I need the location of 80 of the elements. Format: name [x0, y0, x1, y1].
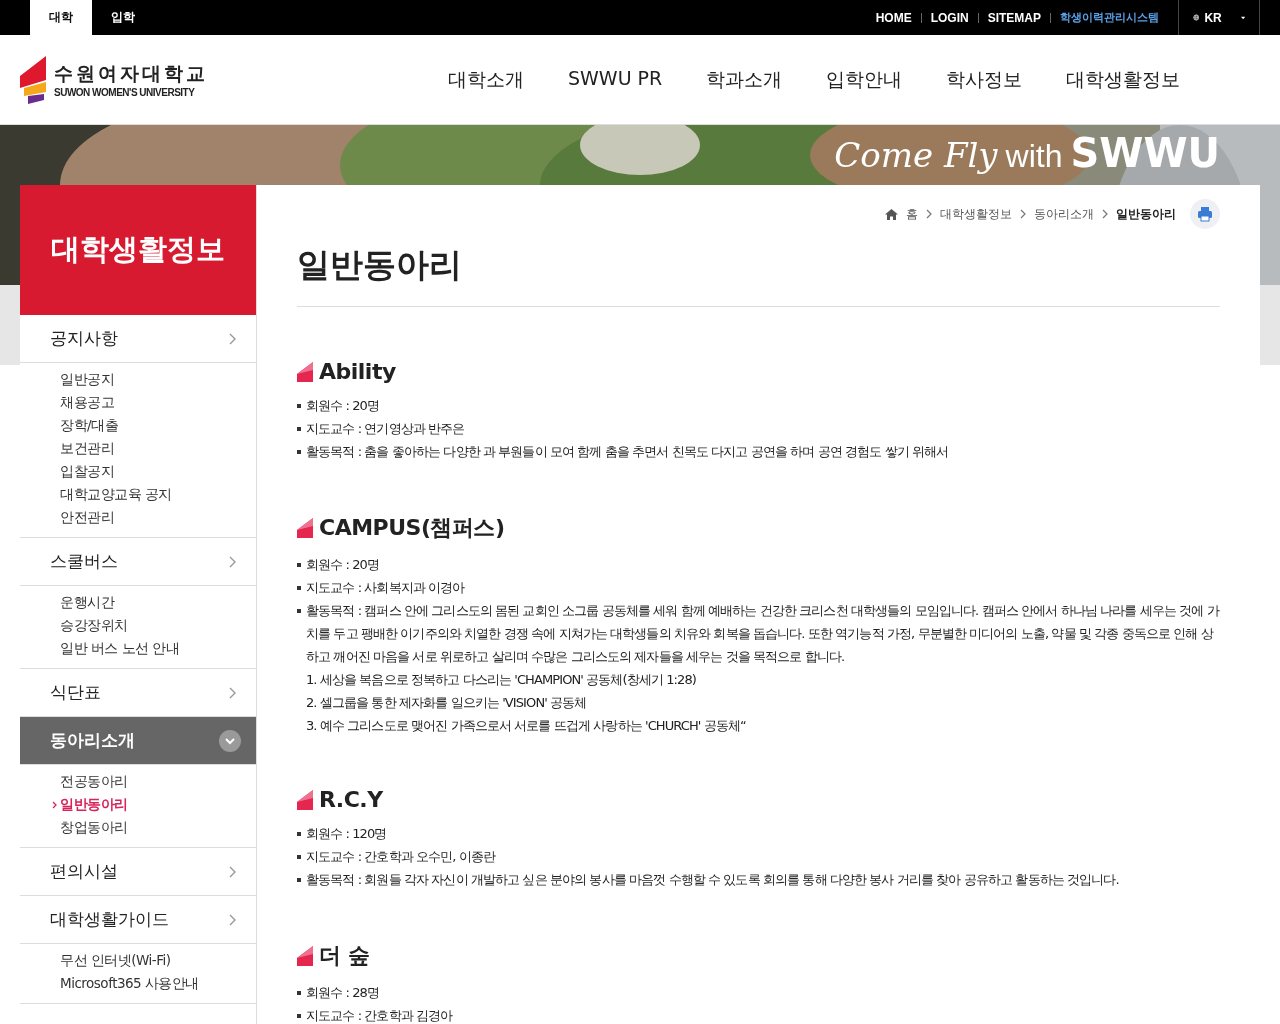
language-selector[interactable]: KR	[1178, 0, 1260, 35]
club-detail: 회원수 : 120명	[306, 825, 387, 843]
sidebar-subitem[interactable]: Microsoft365 사용안내	[60, 972, 256, 995]
chevron-right-icon	[228, 332, 236, 345]
language-label: KR	[1204, 10, 1222, 25]
numbered-goal: 3. 예수 그리스도로 맺어진 가족으로서 서로를 뜨겁게 사랑하는 'CHURCH' 공동체“	[306, 717, 747, 735]
sidebar-subitem[interactable]: 무선 인터넷(Wi-Fi)	[60, 949, 256, 972]
main-nav-item[interactable]: 입학안내	[826, 66, 903, 93]
sidebar-subitem[interactable]: 일반공지	[60, 368, 256, 391]
breadcrumb-link[interactable]: 동아리소개	[1034, 205, 1094, 223]
top-link[interactable]: SITEMAP	[978, 10, 1050, 25]
breadcrumb-link[interactable]: 일반동아리	[1116, 205, 1176, 223]
sidebar-item[interactable]: 편의시설	[20, 848, 256, 895]
club-detail: 회원수 : 20명	[306, 397, 380, 415]
site-tab[interactable]: 입학	[92, 0, 154, 35]
sidebar-item[interactable]: 대학생활가이드	[20, 896, 256, 943]
page-title: 일반동아리	[297, 243, 1220, 307]
sidebar-subitem[interactable]: 대학교양교육 공지	[60, 483, 256, 506]
club-name: R.C.Y	[319, 787, 383, 812]
sidebar-subitem[interactable]: 전공동아리	[60, 770, 256, 793]
main-nav-item[interactable]: SWWU PR	[568, 66, 663, 93]
sidebar-subitem[interactable]: 입찰공지	[60, 460, 256, 483]
section-marker-icon	[297, 518, 313, 538]
club-detail: 회원수 : 20명	[306, 556, 380, 574]
caret-icon	[1240, 14, 1245, 21]
main-nav-item[interactable]: 학과소개	[706, 66, 783, 93]
main-nav-item[interactable]: 학사정보	[946, 66, 1023, 93]
chevron-right-icon	[228, 555, 236, 568]
sidebar-subitem[interactable]: 운행시간	[60, 591, 256, 614]
breadcrumb-link[interactable]: 홈	[906, 205, 918, 223]
club-detail: 지도교수 : 사회복지과 이경아	[306, 579, 465, 597]
chevron-down-icon	[219, 729, 241, 752]
club-detail: 지도교수 : 간호학과 오수민, 이종란	[306, 848, 496, 866]
chevron-right-icon	[228, 913, 236, 926]
logo-korean-name: 수원여자대학교	[54, 61, 208, 86]
sidebar-item[interactable]: 공지사항	[20, 315, 256, 362]
sidebar-subitem[interactable]: 창업동아리	[60, 816, 256, 839]
sidebar-subitem[interactable]: 안전관리	[60, 506, 256, 529]
sidebar-subitem[interactable]: 채용공고	[60, 391, 256, 414]
sidebar-subitem[interactable]: 장학/대출	[60, 414, 256, 437]
print-button[interactable]	[1190, 199, 1220, 229]
top-link[interactable]: HOME	[866, 10, 921, 25]
site-tab[interactable]: 대학	[30, 0, 92, 35]
chevron-right-icon	[1020, 209, 1026, 219]
logo-english-name: SUWON WOMEN'S UNIVERSITY	[54, 87, 196, 98]
sidebar-item[interactable]: 동아리소개	[20, 717, 256, 764]
sidebar-item[interactable]: 식단표	[20, 669, 256, 716]
club-name: 더 숲	[319, 942, 370, 970]
club-name: CAMPUS(챔퍼스)	[319, 514, 505, 542]
club-detail: 지도교수 : 연기영상과 반주은	[306, 420, 465, 438]
top-link[interactable]: 학생이력관리시스템	[1051, 10, 1168, 25]
main-nav-item[interactable]: 대학생활정보	[1066, 66, 1181, 93]
chevron-right-icon	[926, 209, 932, 219]
numbered-goal: 2. 셀그룹을 통한 제자화를 일으키는 'VISION' 공동체	[306, 694, 588, 712]
club-name: Ability	[319, 359, 396, 384]
printer-icon	[1197, 206, 1213, 222]
home-icon	[885, 208, 898, 220]
chevron-right-icon	[1102, 209, 1108, 219]
breadcrumb-link[interactable]: 대학생활정보	[940, 205, 1012, 223]
main-nav-item[interactable]: 대학소개	[448, 66, 524, 93]
chevron-right-icon	[228, 686, 236, 699]
logo-mark-icon	[20, 55, 48, 104]
club-detail: 활동목적 : 캠퍼스 안에 그리스도의 몸된 교회인 소그룹 공동체를 세워 함께 예배하는 건강한 크리스천 대학생들의 모임입니다. 캠퍼스 안에서 하나님 나라를 세우는 것에 가치를 두고 팽배한 이기주의와 치열한 경쟁 속에 지쳐가는 대학생들의 치유와 회복을 돕습니다. 또한 역기능적 가정, 무분별한 미디어의 노출, 약물 및 각종 중독으로 인해 상하고 깨어진 마음을 서로 위로하고 살리며 수많은 그리스도의 제자들을 세우는 것을 목적으로 합니다.	[306, 602, 1220, 666]
university-logo[interactable]: 수원여자대학교 SUWON WOMEN'S UNIVERSITY	[20, 55, 420, 104]
club-detail: 활동목적 : 춤을 좋아하는 다양한 과 부원들이 모여 함께 춤을 추면서 친목도 다지고 공연을 하며 공연 경험도 쌓기 위해서	[306, 443, 949, 461]
section-marker-icon	[297, 789, 313, 810]
section-marker-icon	[297, 946, 313, 966]
top-link[interactable]: LOGIN	[921, 10, 978, 25]
sidebar-item[interactable]: 스쿨버스	[20, 538, 256, 585]
chevron-right-icon	[228, 865, 236, 878]
sidebar-title: 대학생활정보	[20, 185, 256, 315]
sidebar-subitem[interactable]: 보건관리	[60, 437, 256, 460]
sidebar-subitem[interactable]: 일반동아리	[60, 793, 256, 816]
sidebar-subitem[interactable]: 승강장위치	[60, 614, 256, 637]
numbered-goal: 1. 세상을 복음으로 정복하고 다스리는 'CHAMPION' 공동체(창세기 1:28)	[306, 671, 697, 689]
club-detail: 지도교수 : 간호학과 김경아	[306, 1007, 453, 1024]
section-marker-icon	[297, 361, 313, 382]
sidebar-subitem[interactable]: 일반 버스 노선 안내	[60, 637, 256, 660]
club-detail: 활동목적 : 회원들 각자 자신이 개발하고 싶은 분야의 봉사를 마음껏 수행할 수 있도록 회의를 통해 다양한 봉사 거리를 찾아 공유하고 활동하는 것입니다.	[306, 871, 1119, 889]
club-detail: 회원수 : 28명	[306, 984, 380, 1002]
